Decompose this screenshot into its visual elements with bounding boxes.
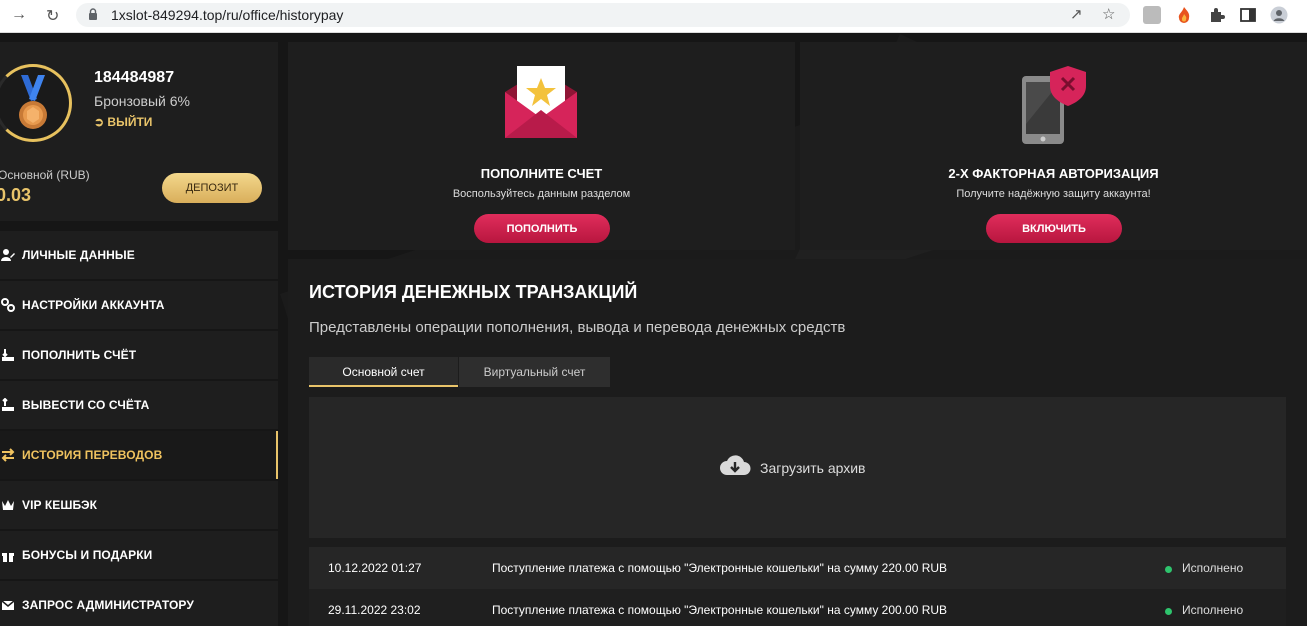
bookmark-star-icon[interactable]: ☆ [1102, 5, 1115, 23]
enable-twofa-button[interactable]: ВКЛЮЧИТЬ [986, 214, 1122, 243]
sidebar-item-label: ЗАПРОС АДМИНИСТРАТОРУ [22, 598, 194, 612]
gift-icon [1, 548, 15, 562]
balance-label: Основной (RUB) [0, 168, 90, 182]
phone-shield-icon [1022, 66, 1086, 144]
fire-extension-icon[interactable] [1175, 6, 1193, 24]
sidebar-item-label: ВЫВЕСТИ СО СЧЁТА [22, 398, 150, 412]
archive-label: Загрузить архив [760, 460, 866, 476]
withdraw-icon [1, 397, 15, 412]
sidebar-item-3[interactable]: ПОПОЛНИТЬ СЧЁТ [0, 331, 278, 379]
sidebar-item-7[interactable]: БОНУСЫ И ПОДАРКИ [0, 531, 278, 579]
user-id: 184484987 [94, 69, 175, 86]
crown-icon [1, 498, 15, 512]
sidebar-item-label: ПОПОЛНИТЬ СЧЁТ [22, 348, 137, 362]
twofa-card-title: 2-Х ФАКТОРНАЯ АВТОРИЗАЦИЯ [948, 166, 1159, 181]
mail-icon [1, 598, 15, 612]
sidebar-item-8[interactable]: ЗАПРОС АДМИНИСТРАТОРУ [0, 581, 278, 626]
back-arrow-icon[interactable]: → [11, 6, 27, 24]
lock-icon [89, 8, 97, 20]
url-text: 1xslot-849294.top/ru/office/historypay [111, 7, 344, 23]
envelope-star-icon [505, 66, 577, 138]
table-row: 29.11.2022 23:02 Поступление платежа с по… [309, 589, 1286, 626]
twofa-card-subtitle: Получите надёжную защиту аккаунта! [956, 188, 1151, 200]
cloud-download-icon [720, 455, 751, 475]
sidebar-item-label: НАСТРОЙКИ АККАУНТА [22, 298, 165, 312]
bronze-medal-icon [19, 75, 47, 129]
logout-label: ВЫЙТИ [107, 115, 153, 129]
transaction-status: Исполнено [1182, 603, 1244, 617]
deposit-icon [1, 348, 15, 362]
twofa-promo-card: 2-Х ФАКТОРНАЯ АВТОРИЗАЦИЯ Получите надёж… [800, 42, 1307, 250]
transaction-status: Исполнено [1182, 561, 1244, 575]
logout-link[interactable]: ➲ ВЫЙТИ [94, 115, 152, 129]
deposit-promo-card: ПОПОЛНИТЕ СЧЕТ Воспользуйтесь данным раз… [288, 42, 795, 250]
logout-icon: ➲ [94, 115, 105, 129]
transaction-description: Поступление платежа с помощью "Электронн… [492, 561, 948, 575]
transaction-description: Поступление платежа с помощью "Электронн… [492, 603, 948, 617]
side-panel-icon[interactable] [1239, 6, 1257, 24]
history-subtitle: Представлены операции пополнения, вывода… [309, 319, 846, 336]
status-dot-icon [1165, 566, 1172, 573]
sidebar-item-2[interactable]: НАСТРОЙКИ АККАУНТА [0, 281, 278, 329]
transaction-date: 10.12.2022 01:27 [328, 561, 422, 575]
sidebar-item-1[interactable]: ЛИЧНЫЕ ДАННЫЕ [0, 231, 278, 279]
sidebar-item-label: VIP КЕШБЭК [22, 498, 98, 512]
profile-avatar-icon[interactable] [1270, 6, 1288, 24]
gears-icon [1, 298, 15, 312]
transfer-arrows-icon [1, 448, 15, 462]
user-level: Бронзовый 6% [94, 93, 190, 109]
user-edit-icon [1, 248, 15, 262]
transaction-history-section: ИСТОРИЯ ДЕНЕЖНЫХ ТРАНЗАКЦИЙ Представлены… [288, 259, 1307, 626]
reload-icon[interactable]: ↻ [46, 6, 59, 26]
medal-avatar [0, 64, 72, 142]
sidebar-item-6[interactable]: VIP КЕШБЭК [0, 481, 278, 529]
browser-toolbar: → ↻ 1xslot-849294.top/ru/office/historyp… [0, 0, 1307, 33]
status-dot-icon [1165, 608, 1172, 615]
sidebar-item-5[interactable]: ИСТОРИЯ ПЕРЕВОДОВ [0, 431, 278, 479]
balance-value: 0.03 [0, 185, 32, 205]
deposit-card-title: ПОПОЛНИТЕ СЧЕТ [480, 166, 603, 181]
history-title: ИСТОРИЯ ДЕНЕЖНЫХ ТРАНЗАКЦИЙ [309, 282, 638, 302]
sidebar-item-label: ЛИЧНЫЕ ДАННЫЕ [22, 248, 135, 262]
table-row: 10.12.2022 01:27 Поступление платежа с по… [309, 547, 1286, 589]
transaction-date: 29.11.2022 23:02 [328, 603, 421, 617]
profile-panel: 184484987 Бронзовый 6% ➲ ВЫЙТИ Основной … [0, 42, 278, 221]
deposit-card-subtitle: Воспользуйтесь данным разделом [452, 188, 631, 200]
share-icon[interactable]: ↗ [1070, 5, 1083, 23]
archive-download-area[interactable]: Загрузить архив [309, 397, 1286, 538]
sidebar-item-label: ИСТОРИЯ ПЕРЕВОДОВ [22, 448, 163, 462]
address-bar[interactable]: 1xslot-849294.top/ru/office/historypay ↗… [76, 3, 1130, 27]
puzzle-extensions-icon[interactable] [1208, 6, 1226, 24]
page-content: 184484987 Бронзовый 6% ➲ ВЫЙТИ Основной … [0, 34, 1307, 626]
sidebar-item-4[interactable]: ВЫВЕСТИ СО СЧЁТА [0, 381, 278, 429]
deposit-button[interactable]: ДЕПОЗИТ [162, 173, 262, 203]
replenish-button[interactable]: ПОПОЛНИТЬ [474, 214, 610, 243]
extension-avatar-icon[interactable] [1143, 6, 1161, 24]
sidebar-item-label: БОНУСЫ И ПОДАРКИ [22, 548, 153, 562]
tab-virtual-account[interactable]: Виртуальный счет [459, 357, 610, 387]
tab-main-account[interactable]: Основной счет [309, 357, 458, 387]
